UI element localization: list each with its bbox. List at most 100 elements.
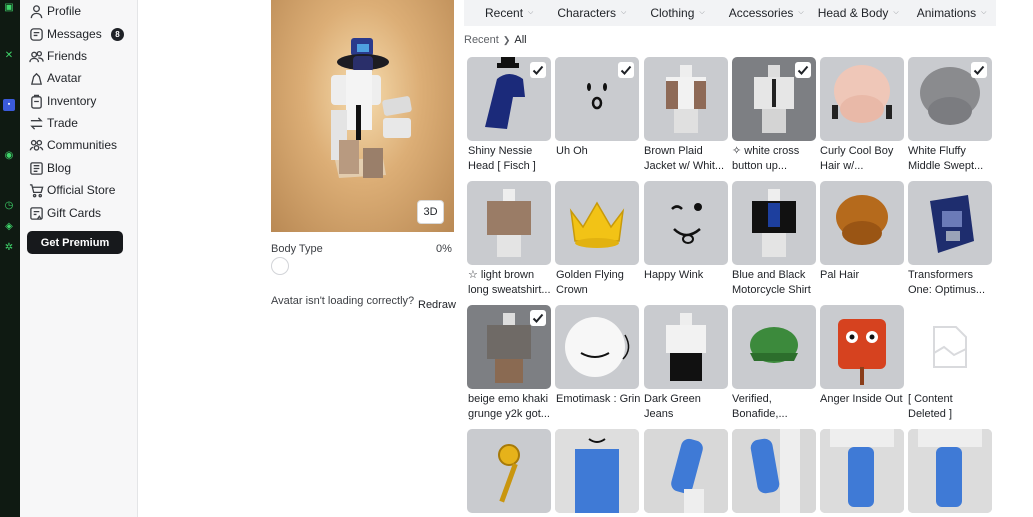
item-tile[interactable] <box>555 181 639 265</box>
item-name[interactable]: Blue and Black Motorcycle Shirt <box>732 268 816 298</box>
sidebar-item-inventory[interactable]: Inventory <box>28 91 96 111</box>
tab-clothing[interactable]: Clothing ⌵ <box>650 6 704 20</box>
item-name[interactable]: ☆ light brown long sweatshirt... <box>468 268 552 298</box>
sidebar-item-label: Official Store <box>47 183 116 197</box>
clock-icon[interactable]: ◷ <box>3 200 15 212</box>
item-thumbnail <box>565 317 630 377</box>
item-name[interactable]: Anger Inside Out <box>820 392 904 407</box>
item-tile[interactable] <box>908 429 992 513</box>
item-tile[interactable] <box>732 305 816 389</box>
sidebar-item-communities[interactable]: Communities <box>28 135 117 155</box>
breadcrumb-parent[interactable]: Recent <box>464 34 499 46</box>
item-tile[interactable] <box>908 305 992 389</box>
item-tile[interactable] <box>820 305 904 389</box>
body-type-slider[interactable] <box>271 257 289 275</box>
avatar-viewer[interactable]: 3D <box>271 0 454 232</box>
item-tile[interactable] <box>908 181 992 265</box>
item-tile[interactable] <box>820 181 904 265</box>
tab-label: Clothing <box>650 6 695 20</box>
item-tile[interactable] <box>467 181 551 265</box>
redraw-link[interactable]: Redraw <box>418 299 456 311</box>
play-icon[interactable]: ◉ <box>3 150 15 162</box>
equipped-check[interactable] <box>530 310 546 326</box>
app-icon[interactable]: ▣ <box>3 2 15 14</box>
item-name[interactable]: Uh Oh <box>556 144 640 159</box>
check-icon <box>532 65 544 75</box>
equipped-check[interactable] <box>530 62 546 78</box>
item-name[interactable]: Pal Hair <box>820 268 904 283</box>
item-tile[interactable] <box>644 181 728 265</box>
item-tile[interactable] <box>644 429 728 513</box>
system-rail: ▣ ✕ ▪ ◉ ◷ ◈ ✲ <box>0 0 20 517</box>
item-tile[interactable] <box>467 305 551 389</box>
equipped-check[interactable] <box>795 62 811 78</box>
item-name-line: Dark Green <box>644 393 701 405</box>
item-name[interactable]: Happy Wink <box>644 268 728 283</box>
equipped-check[interactable] <box>618 62 634 78</box>
item-tile[interactable] <box>820 429 904 513</box>
item-name[interactable]: [ Content Deleted ] <box>908 392 992 422</box>
chevron-down-icon: ⌵ <box>798 9 804 16</box>
item-name-line: ☆ light brown <box>468 269 535 281</box>
friends-icon <box>28 48 44 64</box>
item-name-line: Brown Plaid <box>644 145 703 157</box>
tab-characters[interactable]: Characters ⌵ <box>557 6 626 20</box>
item-name[interactable]: Brown Plaid Jacket w/ Whit... <box>644 144 728 174</box>
item-name[interactable]: Curly Cool Boy Hair w/... <box>820 144 904 174</box>
item-name-line: ✧ white cross <box>732 145 800 157</box>
item-tile[interactable] <box>555 305 639 389</box>
tab-head-body[interactable]: Head & Body ⌵ <box>818 6 899 20</box>
item-tile[interactable] <box>555 57 639 141</box>
item-tile[interactable] <box>732 57 816 141</box>
tab-accessories[interactable]: Accessories ⌵ <box>729 6 804 20</box>
item-tile[interactable] <box>908 57 992 141</box>
item-name[interactable]: White Fluffy Middle Swept... <box>908 144 992 174</box>
get-premium-button[interactable]: Get Premium <box>27 231 123 254</box>
item-name-line: grunge y2k got... <box>468 408 550 420</box>
settings-icon[interactable]: ✲ <box>3 242 15 254</box>
item-name[interactable]: Verified, Bonafide,... <box>732 392 816 422</box>
tab-animations[interactable]: Animations ⌵ <box>917 6 987 20</box>
item-name[interactable]: Transformers One: Optimus... <box>908 268 992 298</box>
item-tile[interactable] <box>467 57 551 141</box>
messages-badge: 8 <box>111 28 124 41</box>
sidebar-item-messages[interactable]: Messages <box>28 24 102 44</box>
sidebar-item-label: Profile <box>47 4 82 18</box>
item-tile[interactable] <box>732 181 816 265</box>
avatar-figure <box>331 38 412 178</box>
sidebar-item-profile[interactable]: Profile <box>28 1 81 21</box>
cube-icon[interactable]: ◈ <box>3 221 15 233</box>
sidebar-item-trade[interactable]: Trade <box>28 113 78 133</box>
item-name[interactable]: Emotimask : Grin <box>556 392 640 407</box>
item-name-line: Verified, <box>732 393 772 405</box>
view-mode-3d-button[interactable]: 3D <box>417 200 444 224</box>
item-tile[interactable] <box>732 429 816 513</box>
item-name-line: White Fluffy <box>908 145 966 157</box>
item-name-line: Motorcycle Shirt <box>732 284 811 296</box>
tool-icon[interactable]: ✕ <box>3 50 15 62</box>
item-name[interactable]: Shiny Nessie Head [ Fisch ] <box>468 144 552 174</box>
category-tabs: Recent ⌵ Characters ⌵ Clothing ⌵ Accessorie… <box>464 0 996 26</box>
item-name[interactable]: Golden Flying Crown <box>556 268 640 298</box>
item-name-line: Uh Oh <box>556 145 588 157</box>
item-tile[interactable] <box>644 305 728 389</box>
item-name[interactable]: Dark Green Jeans <box>644 392 728 422</box>
sidebar-item-blog[interactable]: Blog <box>28 158 71 178</box>
sidebar-item-label: Avatar <box>47 71 82 85</box>
sidebar-item-avatar[interactable]: Avatar <box>28 68 81 88</box>
sidebar-item-gift-cards[interactable]: Gift Cards <box>28 203 101 223</box>
item-thumbnail <box>752 189 796 257</box>
tab-recent[interactable]: Recent ⌵ <box>485 6 533 20</box>
window-icon[interactable]: ▪ <box>3 99 15 111</box>
item-name[interactable]: ✧ white cross button up... <box>732 144 816 174</box>
chevron-down-icon: ⌵ <box>893 9 899 16</box>
item-thumbnail <box>838 319 886 385</box>
sidebar-item-friends[interactable]: Friends <box>28 46 87 66</box>
item-name[interactable]: beige emo khaki grunge y2k got... <box>468 392 552 422</box>
item-tile[interactable] <box>820 57 904 141</box>
item-tile[interactable] <box>467 429 551 513</box>
item-tile[interactable] <box>644 57 728 141</box>
equipped-check[interactable] <box>971 62 987 78</box>
sidebar-item-official-store[interactable]: Official Store <box>28 180 115 200</box>
item-tile[interactable] <box>555 429 639 513</box>
